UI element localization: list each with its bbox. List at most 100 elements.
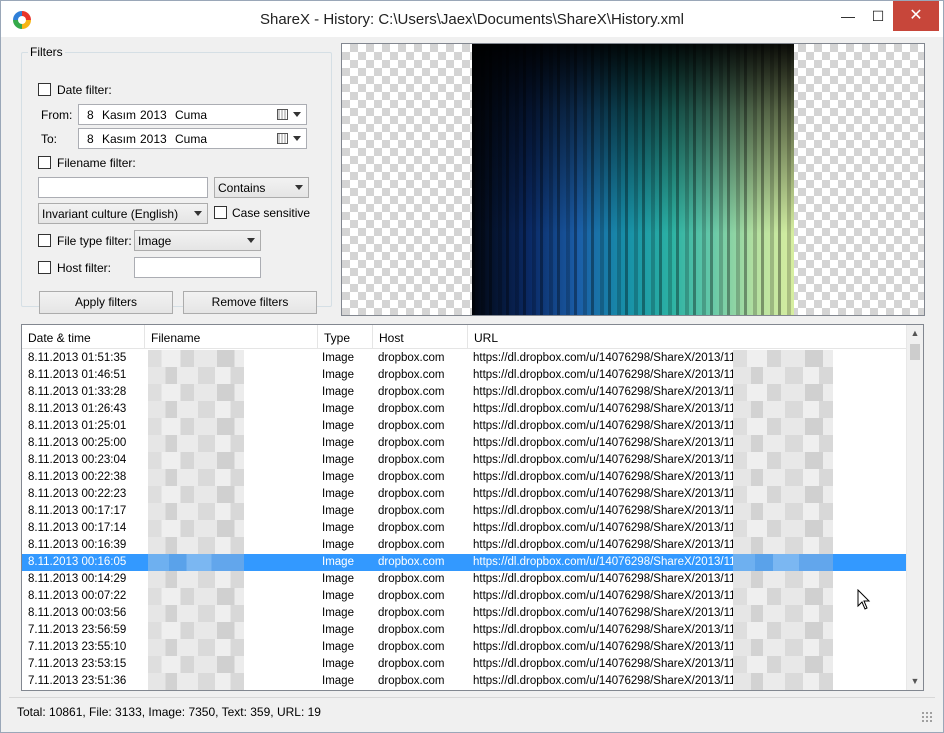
cell-url: https://dl.dropbox.com/u/14076298/ShareX… [473,420,735,432]
table-row[interactable]: 8.11.2013 01:33:28 Image dropbox.com https:… [22,384,907,401]
host-filter-checkbox[interactable] [38,261,51,274]
case-sensitive-checkbox[interactable] [214,206,227,219]
table-row[interactable]: 8.11.2013 00:17:14 Image dropbox.com https:… [22,520,907,537]
table-row[interactable]: 8.11.2013 00:25:00 Image dropbox.com https:… [22,435,907,452]
cell-filename-redacted [148,418,244,435]
cell-date: 8.11.2013 00:17:14 [28,522,127,534]
column-header-url[interactable]: URL [468,325,907,349]
minimize-button[interactable]: — [831,1,865,31]
column-header-type[interactable]: Type [318,325,373,349]
cell-date: 8.11.2013 00:17:17 [28,505,127,517]
table-row[interactable]: 8.11.2013 00:03:56 Image dropbox.com https:… [22,605,907,622]
mouse-cursor-icon [857,589,871,610]
file-type-filter-checkbox[interactable] [38,234,51,247]
date-filter-checkbox[interactable] [38,83,51,96]
chevron-down-icon [194,211,202,216]
to-weekday: Cuma [175,132,208,146]
table-row[interactable]: 8.11.2013 00:22:38 Image dropbox.com https:… [22,469,907,486]
calendar-icon[interactable] [277,109,288,120]
cell-url: https://dl.dropbox.com/u/14076298/ShareX… [473,471,735,483]
cell-url-redacted [733,469,833,486]
column-header-date[interactable]: Date & time [22,325,145,349]
calendar-icon[interactable] [277,133,288,144]
cell-type: Image [322,369,354,381]
cell-filename-redacted [148,656,244,673]
to-month: Kasım [102,132,137,146]
cell-url-redacted [733,401,833,418]
cell-filename-redacted [148,588,244,605]
file-type-select[interactable]: Image [134,230,261,251]
cell-url-redacted [733,350,833,367]
cell-url-redacted [733,639,833,656]
culture-select[interactable]: Invariant culture (English) [38,203,208,224]
table-row[interactable]: 8.11.2013 00:14:29 Image dropbox.com https:… [22,571,907,588]
table-row[interactable]: 8.11.2013 00:17:17 Image dropbox.com https:… [22,503,907,520]
host-input[interactable] [134,257,261,278]
table-row[interactable]: 8.11.2013 00:23:04 Image dropbox.com https:… [22,452,907,469]
cell-url: https://dl.dropbox.com/u/14076298/ShareX… [473,386,735,398]
scroll-thumb[interactable] [910,344,920,360]
table-row[interactable]: 8.11.2013 00:16:39 Image dropbox.com https:… [22,537,907,554]
table-row[interactable]: 8.11.2013 01:46:51 Image dropbox.com https:… [22,367,907,384]
from-date-picker[interactable]: 8 Kasım 2013 Cuma [78,104,307,125]
cell-host: dropbox.com [378,386,445,398]
history-list[interactable]: Date & time Filename Type Host URL 8.11.… [21,324,924,691]
cell-filename-redacted [148,435,244,452]
window-title: ShareX - History: C:\Users\Jaex\Document… [259,11,684,28]
cell-url: https://dl.dropbox.com/u/14076298/ShareX… [473,369,735,381]
table-row[interactable]: 8.11.2013 01:51:35 Image dropbox.com https:… [22,350,907,367]
title-bar[interactable]: ShareX - History: C:\Users\Jaex\Document… [1,1,943,37]
cell-url-redacted [733,673,833,690]
close-button[interactable]: ✕ [893,1,939,31]
cell-filename-redacted [148,622,244,639]
cell-date: 8.11.2013 01:26:43 [28,403,127,415]
apply-filters-button[interactable]: Apply filters [39,291,173,314]
cell-date: 7.11.2013 23:55:10 [28,641,127,653]
table-row[interactable]: 7.11.2013 23:53:15 Image dropbox.com https:… [22,656,907,673]
column-header-filename[interactable]: Filename [145,325,318,349]
table-row[interactable]: 7.11.2013 23:51:36 Image dropbox.com https:… [22,673,907,690]
table-row[interactable]: 8.11.2013 01:25:01 Image dropbox.com https:… [22,418,907,435]
to-date-picker[interactable]: 8 Kasım 2013 Cuma [78,128,307,149]
table-row[interactable]: 8.11.2013 00:16:05 Image dropbox.com https:… [22,554,907,571]
cell-type: Image [322,352,354,364]
cell-url: https://dl.dropbox.com/u/14076298/ShareX… [473,522,735,534]
column-header-host[interactable]: Host [373,325,468,349]
cell-type: Image [322,522,354,534]
status-text: Total: 10861, File: 3133, Image: 7350, T… [17,705,321,719]
cell-host: dropbox.com [378,488,445,500]
cell-host: dropbox.com [378,522,445,534]
match-mode-select[interactable]: Contains [214,177,309,198]
filename-filter-checkbox[interactable] [38,156,51,169]
cell-date: 7.11.2013 23:51:36 [28,675,127,687]
from-label: From: [41,108,73,122]
cell-filename-redacted [148,639,244,656]
cell-host: dropbox.com [378,471,445,483]
cell-host: dropbox.com [378,420,445,432]
window-content: Filters Date filter: From: 8 Kasım 2013 … [9,37,935,725]
scroll-down-icon[interactable]: ▼ [907,673,923,690]
cell-date: 8.11.2013 00:07:22 [28,590,127,602]
table-row[interactable]: 8.11.2013 00:07:22 Image dropbox.com https:… [22,588,907,605]
cell-date: 8.11.2013 00:25:00 [28,437,127,449]
vertical-scrollbar[interactable]: ▲ ▼ [906,325,923,690]
table-row[interactable]: 7.11.2013 23:56:59 Image dropbox.com https:… [22,622,907,639]
filename-input[interactable] [38,177,208,198]
cell-date: 7.11.2013 23:53:15 [28,658,127,670]
image-preview[interactable] [341,43,925,316]
table-row[interactable]: 8.11.2013 00:22:23 Image dropbox.com https:… [22,486,907,503]
cell-url: https://dl.dropbox.com/u/14076298/ShareX… [473,573,735,585]
to-day: 8 [87,132,94,146]
remove-filters-button[interactable]: Remove filters [183,291,317,314]
maximize-button[interactable]: ☐ [863,1,893,31]
scroll-up-icon[interactable]: ▲ [907,325,923,342]
list-header: Date & time Filename Type Host URL [22,325,907,349]
cell-filename-redacted [148,520,244,537]
chevron-down-icon[interactable] [293,112,301,117]
chevron-down-icon[interactable] [293,136,301,141]
resize-grip-icon[interactable] [921,711,933,723]
cell-url-redacted [733,656,833,673]
table-row[interactable]: 7.11.2013 23:55:10 Image dropbox.com https:… [22,639,907,656]
cell-url: https://dl.dropbox.com/u/14076298/ShareX… [473,539,735,551]
table-row[interactable]: 8.11.2013 01:26:43 Image dropbox.com https:… [22,401,907,418]
